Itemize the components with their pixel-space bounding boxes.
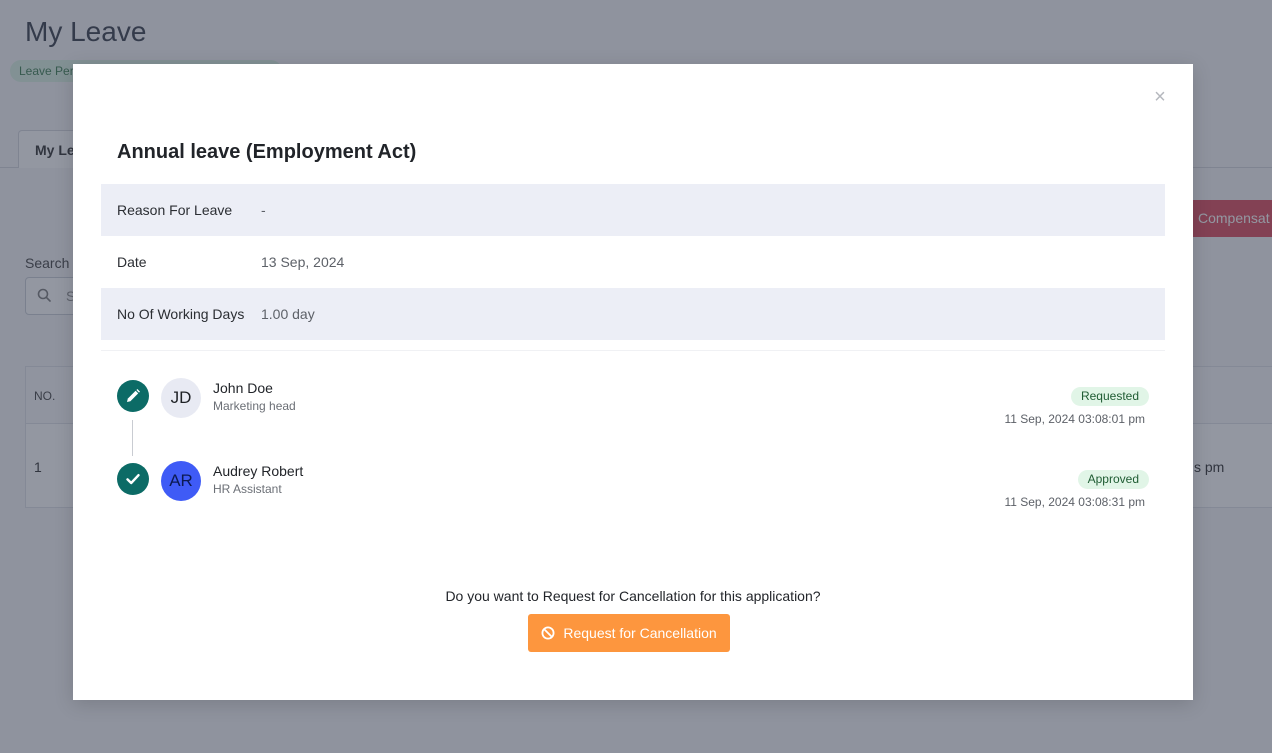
timeline-connector (132, 420, 133, 456)
cancel-prompt: Do you want to Request for Cancellation … (445, 588, 821, 604)
detail-label: Date (117, 254, 147, 270)
request-cancellation-label: Request for Cancellation (563, 625, 717, 641)
close-icon[interactable]: × (1151, 87, 1169, 107)
timeline-item: AR Audrey Robert HR Assistant Approved 1… (101, 457, 1165, 517)
divider (101, 350, 1165, 351)
avatar: AR (161, 461, 201, 501)
status-circle (117, 463, 149, 495)
timestamp: 11 Sep, 2024 03:08:31 pm (1004, 495, 1145, 509)
detail-value: - (261, 202, 266, 218)
status-badge: Approved (1077, 470, 1149, 489)
ban-icon (541, 626, 555, 640)
detail-label: No Of Working Days (117, 306, 245, 322)
detail-value: 1.00 day (261, 306, 315, 322)
approver-role: Marketing head (213, 399, 296, 413)
detail-row-date: Date 13 Sep, 2024 (101, 236, 1165, 288)
approver-name: Audrey Robert (213, 463, 304, 479)
detail-row-working-days: No Of Working Days 1.00 day (101, 288, 1165, 340)
approver-role: HR Assistant (213, 482, 282, 496)
status-circle (117, 380, 149, 412)
detail-label: Reason For Leave (117, 202, 233, 218)
approver-name: John Doe (213, 380, 273, 396)
status-badge: Requested (1070, 387, 1149, 406)
leave-detail-modal: × Annual leave (Employment Act) Reason F… (73, 64, 1193, 700)
check-icon (126, 474, 140, 485)
avatar: JD (161, 378, 201, 418)
detail-value: 13 Sep, 2024 (261, 254, 345, 270)
avatar-initials: AR (169, 471, 193, 490)
leave-details-table: Reason For Leave - Date 13 Sep, 2024 No … (101, 184, 1165, 340)
timeline-item: JD John Doe Marketing head Requested 11 … (101, 374, 1165, 456)
detail-row-reason: Reason For Leave - (101, 184, 1165, 236)
pencil-icon (127, 389, 140, 402)
timestamp: 11 Sep, 2024 03:08:01 pm (1004, 412, 1145, 426)
avatar-initials: JD (170, 388, 192, 407)
request-cancellation-button[interactable]: Request for Cancellation (528, 614, 730, 652)
modal-title: Annual leave (Employment Act) (117, 141, 417, 163)
